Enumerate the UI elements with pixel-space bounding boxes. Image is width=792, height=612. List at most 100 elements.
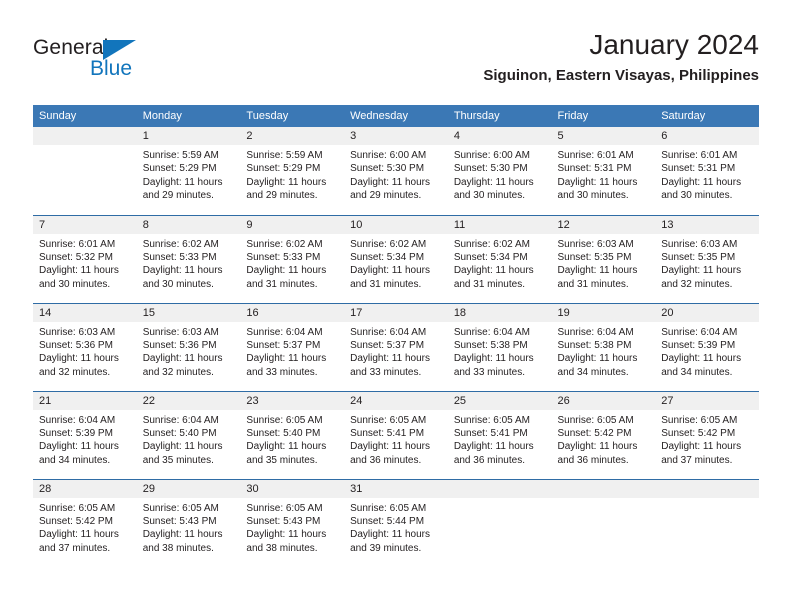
day-number: 13	[655, 215, 759, 234]
calendar-day-cell[interactable]: 13 Sunrise: 6:03 AM Sunset: 5:35 PM Dayligh…	[655, 214, 759, 303]
weekday-header-sunday: Sunday	[33, 105, 137, 127]
day-daylight-text: Daylight: 11 hours	[142, 529, 223, 541]
calendar-day-cell[interactable]: 22 Sunrise: 6:04 AM Sunset: 5:40 PM Dayligh…	[136, 390, 241, 479]
day-sun-info: Sunrise: 6:05 AM Sunset: 5:42 PM Daylight:…	[655, 410, 759, 468]
day-daylight-text: Daylight: 11 hours	[142, 353, 223, 365]
day-daylight-text: and 34 minutes.	[661, 366, 733, 378]
day-number	[33, 127, 137, 145]
calendar-day-cell[interactable]: 17 Sunrise: 6:04 AM Sunset: 5:37 PM Dayligh…	[344, 302, 448, 391]
day-number: 20	[655, 303, 759, 322]
calendar-day-cell[interactable]: 12 Sunrise: 6:03 AM Sunset: 5:35 PM Dayligh…	[551, 214, 656, 303]
day-number: 27	[655, 391, 759, 410]
day-daylight-text: Daylight: 11 hours	[246, 353, 327, 365]
calendar-day-cell[interactable]: 9 Sunrise: 6:02 AM Sunset: 5:33 PM Daylight…	[240, 214, 345, 303]
day-sun-info: Sunrise: 6:02 AM Sunset: 5:34 PM Daylight:…	[344, 234, 448, 292]
day-daylight-text: Daylight: 11 hours	[557, 265, 638, 277]
calendar-day-cell[interactable]: 14 Sunrise: 6:03 AM Sunset: 5:36 PM Dayligh…	[33, 302, 137, 391]
calendar-day-cell[interactable]: 23 Sunrise: 6:05 AM Sunset: 5:40 PM Dayligh…	[240, 390, 345, 479]
day-sunset-text: Sunset: 5:35 PM	[661, 251, 736, 263]
logo-text-blue: Blue	[90, 57, 133, 80]
day-daylight-text: Daylight: 11 hours	[142, 441, 223, 453]
day-number: 28	[33, 479, 137, 498]
day-daylight-text: Daylight: 11 hours	[246, 529, 327, 541]
day-daylight-text: Daylight: 11 hours	[350, 353, 430, 365]
calendar-day-cell[interactable]: 11 Sunrise: 6:02 AM Sunset: 5:34 PM Dayligh…	[447, 214, 552, 303]
day-daylight-text: and 31 minutes.	[453, 278, 525, 290]
calendar-day-cell[interactable]: 19 Sunrise: 6:04 AM Sunset: 5:38 PM Dayligh…	[551, 302, 656, 391]
weekday-header-monday: Monday	[136, 105, 241, 127]
day-daylight-text: Daylight: 11 hours	[661, 353, 742, 365]
day-sunrise-text: Sunrise: 6:04 AM	[661, 326, 738, 338]
calendar-day-cell[interactable]: 6 Sunrise: 6:01 AM Sunset: 5:31 PM Daylight…	[655, 127, 759, 215]
day-sun-info: Sunrise: 6:05 AM Sunset: 5:41 PM Daylight:…	[344, 410, 448, 468]
day-daylight-text: Daylight: 11 hours	[557, 176, 638, 188]
day-daylight-text: and 37 minutes.	[39, 542, 111, 554]
day-sun-info: Sunrise: 5:59 AM Sunset: 5:29 PM Daylight:…	[137, 145, 241, 203]
page-header: General Blue January 2024 Siguinon, East…	[33, 28, 759, 98]
day-sun-info: Sunrise: 6:04 AM Sunset: 5:37 PM Daylight:…	[240, 322, 344, 380]
day-daylight-text: and 29 minutes.	[142, 190, 214, 202]
day-sun-info: Sunrise: 6:04 AM Sunset: 5:37 PM Daylight:…	[344, 322, 448, 380]
weekday-header-friday: Friday	[551, 105, 656, 127]
calendar-day-cell[interactable]: 25 Sunrise: 6:05 AM Sunset: 5:41 PM Dayligh…	[447, 390, 552, 479]
calendar-day-cell[interactable]: 10 Sunrise: 6:02 AM Sunset: 5:34 PM Dayligh…	[344, 214, 448, 303]
calendar-day-cell[interactable]: 15 Sunrise: 6:03 AM Sunset: 5:36 PM Dayligh…	[136, 302, 241, 391]
day-sun-info: Sunrise: 6:05 AM Sunset: 5:40 PM Daylight:…	[240, 410, 344, 468]
day-daylight-text: Daylight: 11 hours	[557, 353, 638, 365]
day-sunrise-text: Sunrise: 6:03 AM	[661, 238, 738, 250]
calendar-day-cell[interactable]: 16 Sunrise: 6:04 AM Sunset: 5:37 PM Dayligh…	[240, 302, 345, 391]
calendar-week-row: 21 Sunrise: 6:04 AM Sunset: 5:39 PM Dayligh…	[33, 390, 759, 479]
calendar-day-cell[interactable]: 29 Sunrise: 6:05 AM Sunset: 5:43 PM Dayligh…	[136, 478, 241, 567]
calendar-day-cell[interactable]: 20 Sunrise: 6:04 AM Sunset: 5:39 PM Dayligh…	[655, 302, 759, 391]
day-daylight-text: and 32 minutes.	[142, 366, 214, 378]
calendar-day-cell[interactable]: 3 Sunrise: 6:00 AM Sunset: 5:30 PM Daylight…	[344, 127, 448, 215]
day-daylight-text: Daylight: 11 hours	[557, 441, 638, 453]
day-sunrise-text: Sunrise: 6:02 AM	[246, 238, 323, 250]
day-sunrise-text: Sunrise: 6:04 AM	[142, 414, 219, 426]
calendar-day-cell[interactable]: 24 Sunrise: 6:05 AM Sunset: 5:41 PM Dayligh…	[344, 390, 448, 479]
day-sunset-text: Sunset: 5:42 PM	[557, 427, 632, 439]
day-sunset-text: Sunset: 5:36 PM	[39, 339, 113, 351]
day-sunset-text: Sunset: 5:38 PM	[557, 339, 632, 351]
day-sun-info: Sunrise: 6:02 AM Sunset: 5:33 PM Daylight:…	[137, 234, 241, 292]
day-number: 17	[344, 303, 448, 322]
day-daylight-text: and 30 minutes.	[661, 190, 733, 202]
day-number	[551, 479, 656, 498]
calendar-day-cell[interactable]: 2 Sunrise: 5:59 AM Sunset: 5:29 PM Daylight…	[240, 127, 345, 215]
day-daylight-text: and 31 minutes.	[557, 278, 629, 290]
day-sunrise-text: Sunrise: 6:00 AM	[453, 150, 530, 161]
calendar-day-cell[interactable]: 28 Sunrise: 6:05 AM Sunset: 5:42 PM Dayligh…	[33, 478, 137, 567]
day-number: 30	[240, 479, 345, 498]
day-sun-info: Sunrise: 6:03 AM Sunset: 5:36 PM Daylight:…	[137, 322, 241, 380]
calendar-day-cell[interactable]: 5 Sunrise: 6:01 AM Sunset: 5:31 PM Daylight…	[551, 127, 656, 215]
day-number: 11	[447, 215, 552, 234]
day-daylight-text: and 29 minutes.	[246, 190, 318, 202]
day-daylight-text: and 31 minutes.	[350, 278, 422, 290]
calendar-day-cell[interactable]: 31 Sunrise: 6:05 AM Sunset: 5:44 PM Dayligh…	[344, 478, 448, 567]
calendar-day-cell[interactable]: 27 Sunrise: 6:05 AM Sunset: 5:42 PM Dayligh…	[655, 390, 759, 479]
calendar-day-cell[interactable]: 30 Sunrise: 6:05 AM Sunset: 5:43 PM Dayligh…	[240, 478, 345, 567]
day-daylight-text: Daylight: 11 hours	[39, 529, 119, 541]
day-sunrise-text: Sunrise: 6:05 AM	[453, 414, 530, 426]
calendar-day-cell[interactable]: 7 Sunrise: 6:01 AM Sunset: 5:32 PM Daylight…	[33, 214, 137, 303]
day-daylight-text: Daylight: 11 hours	[350, 529, 430, 541]
calendar-day-cell[interactable]: 1 Sunrise: 5:59 AM Sunset: 5:29 PM Daylight…	[136, 127, 241, 215]
day-number: 7	[33, 215, 137, 234]
day-daylight-text: Daylight: 11 hours	[453, 441, 534, 453]
day-sunset-text: Sunset: 5:35 PM	[557, 251, 632, 263]
day-number: 12	[551, 215, 656, 234]
day-sunrise-text: Sunrise: 6:04 AM	[350, 326, 427, 338]
day-daylight-text: Daylight: 11 hours	[246, 265, 327, 277]
day-number: 16	[240, 303, 345, 322]
day-daylight-text: Daylight: 11 hours	[142, 176, 223, 188]
day-sunset-text: Sunset: 5:34 PM	[350, 251, 425, 263]
day-daylight-text: and 34 minutes.	[557, 366, 629, 378]
calendar-day-cell[interactable]: 8 Sunrise: 6:02 AM Sunset: 5:33 PM Daylight…	[136, 214, 241, 303]
day-number: 19	[551, 303, 656, 322]
day-sunset-text: Sunset: 5:36 PM	[142, 339, 217, 351]
calendar-day-cell[interactable]: 21 Sunrise: 6:04 AM Sunset: 5:39 PM Dayligh…	[33, 390, 137, 479]
calendar-day-cell[interactable]: 26 Sunrise: 6:05 AM Sunset: 5:42 PM Dayligh…	[551, 390, 656, 479]
calendar-day-cell[interactable]: 4 Sunrise: 6:00 AM Sunset: 5:30 PM Daylight…	[447, 127, 552, 215]
calendar-day-cell[interactable]: 18 Sunrise: 6:04 AM Sunset: 5:38 PM Dayligh…	[447, 302, 552, 391]
day-sunrise-text: Sunrise: 6:05 AM	[557, 414, 634, 426]
